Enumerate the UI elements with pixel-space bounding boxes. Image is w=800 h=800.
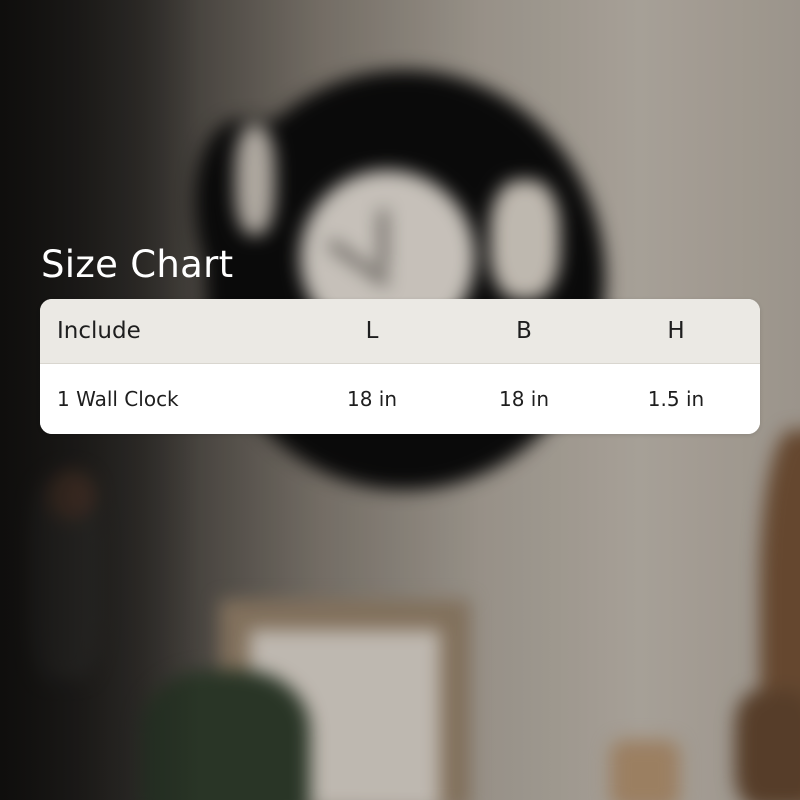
cell-length: 18 in	[346, 387, 398, 411]
column-header-include: Include	[57, 318, 141, 344]
table-row: 1 Wall Clock 18 in 18 in 1.5 in	[40, 364, 760, 434]
column-header-length: L	[365, 318, 379, 344]
size-chart-table: Include L B H 1 Wall Clock 18 in 18 in 1…	[40, 299, 760, 434]
product-image: Size Chart Include L B H 1 Wall Clock 18…	[0, 0, 800, 800]
column-header-breadth: B	[516, 318, 532, 344]
cell-height: 1.5 in	[647, 387, 705, 411]
cell-breadth: 18 in	[498, 387, 550, 411]
column-header-height: H	[667, 318, 685, 344]
cell-item: 1 Wall Clock	[57, 387, 179, 411]
size-chart-title: Size Chart	[41, 243, 234, 286]
table-header-row: Include L B H	[40, 299, 760, 364]
